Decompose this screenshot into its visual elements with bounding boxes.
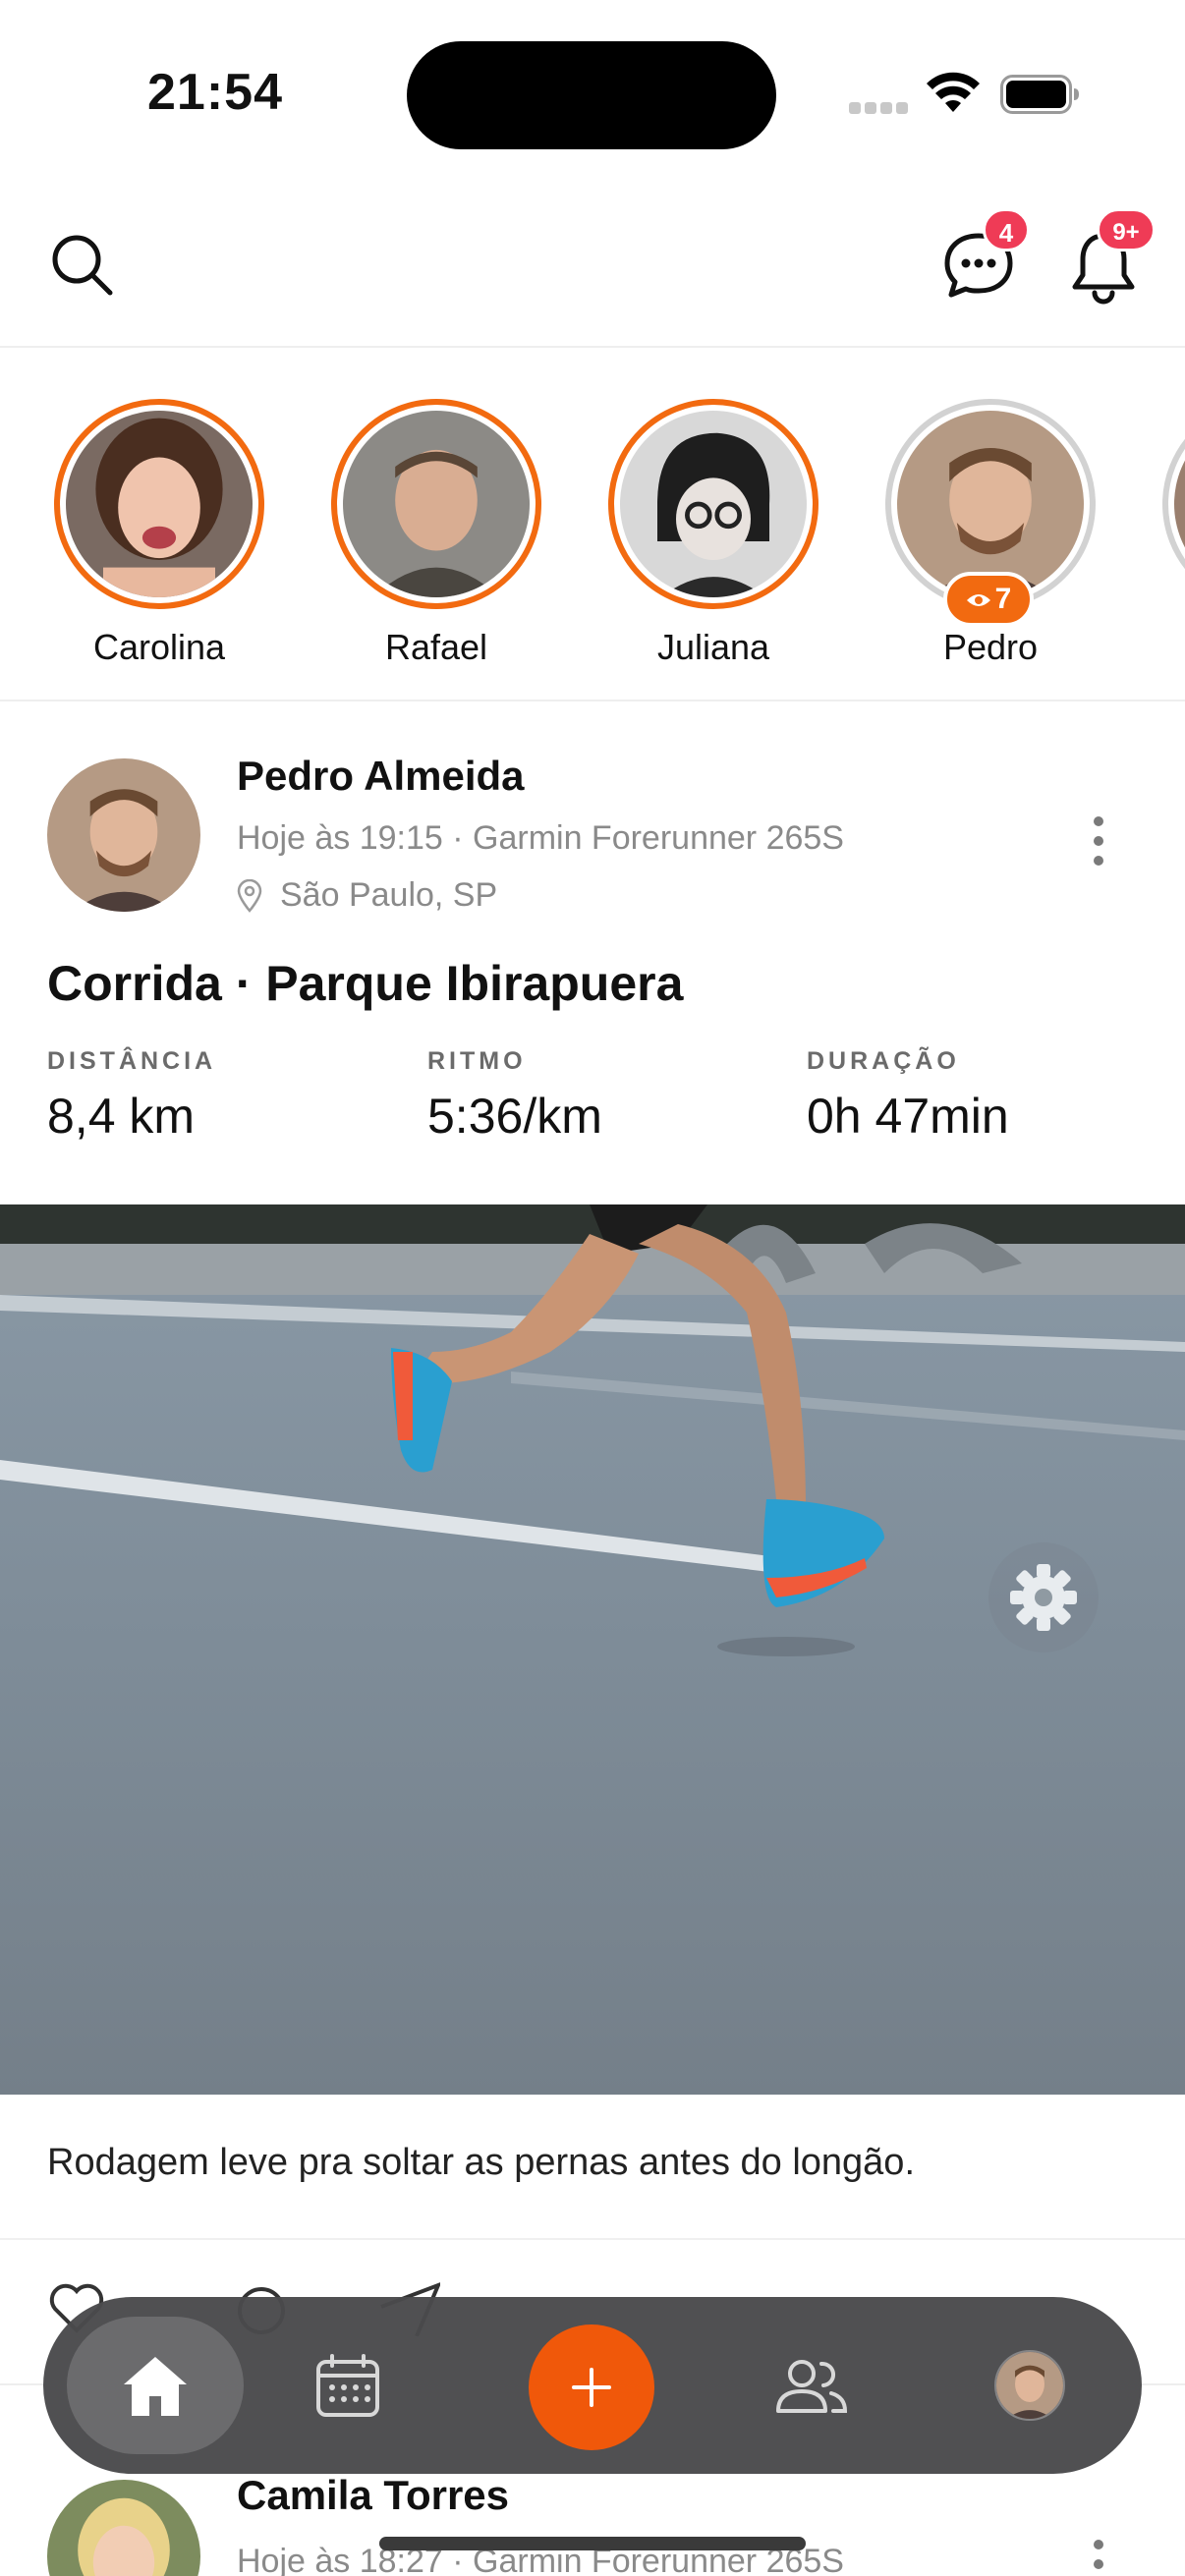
divider (0, 2238, 1185, 2240)
tab-profile[interactable] (961, 2317, 1099, 2454)
avatar (620, 411, 807, 597)
story-juliana[interactable]: Juliana (605, 399, 821, 684)
stat-label: DISTÂNCIA (47, 1047, 217, 1075)
story-ring (1162, 399, 1185, 609)
avatar (343, 411, 530, 597)
home-indicator (379, 2537, 806, 2550)
author-name[interactable]: Camila Torres (237, 2472, 509, 2519)
more-options-icon[interactable] (1081, 2535, 1116, 2576)
dynamic-island (407, 41, 776, 149)
location-pin-icon (237, 878, 262, 913)
story-name: Carolina (92, 627, 226, 667)
tab-friends[interactable] (743, 2317, 880, 2454)
stat-distance: DISTÂNCIA 8,4 km (47, 1047, 216, 1145)
author-avatar[interactable] (47, 758, 200, 912)
calendar-icon (316, 2354, 379, 2417)
author-avatar[interactable] (47, 2480, 200, 2576)
top-header: 4 9+ (0, 187, 1185, 348)
stat-value: 5:36/km (427, 1089, 602, 1144)
stat-label: DURAÇÃO (807, 1047, 960, 1075)
avatar (66, 411, 253, 605)
people-icon (776, 2360, 848, 2413)
notifications-badge: 9+ (1097, 208, 1156, 252)
messages-badge: 4 (983, 208, 1030, 252)
story-views-badge: 7 (943, 572, 1034, 627)
more-options-icon[interactable] (1081, 812, 1116, 870)
cellular-signal-icon (849, 102, 908, 114)
story-views-count: 7 (994, 583, 1012, 615)
story-pedro[interactable]: 7 Pedro (882, 399, 1099, 684)
avatar (994, 2350, 1065, 2421)
stories-row: Carolina Rafael Juliana 7 Pedro (0, 350, 1185, 701)
post-caption: Rodagem leve pra soltar as pernas antes … (47, 2142, 915, 2183)
story-name: Juliana (656, 627, 770, 667)
home-icon (124, 2357, 187, 2416)
post-location: São Paulo, SP (237, 876, 497, 915)
eye-icon (966, 594, 990, 607)
activity-title[interactable]: Corrida · Parque Ibirapuera (47, 955, 683, 1012)
stat-label: RITMO (427, 1047, 527, 1075)
story-ring (608, 399, 818, 609)
wifi-icon (927, 72, 980, 112)
plus-icon (572, 2368, 611, 2407)
story-ring (331, 399, 541, 609)
avatar (897, 411, 1084, 597)
status-time: 21:54 (147, 64, 283, 121)
story-name: Pedro (942, 627, 1039, 667)
tab-home[interactable] (67, 2317, 244, 2454)
status-bar: 21:54 (0, 0, 1185, 187)
author-name[interactable]: Pedro Almeida (237, 753, 525, 800)
story-ring (54, 399, 264, 609)
stat-value: 8,4 km (47, 1089, 196, 1144)
avatar (1174, 411, 1185, 597)
story-name: Rafael (384, 627, 488, 667)
gear-icon (1010, 1564, 1077, 1631)
post-card: Pedro Almeida Hoje às 19:15 · Garmin For… (0, 703, 1185, 1204)
tab-bar (43, 2297, 1142, 2474)
story-rafael[interactable]: Rafael (328, 399, 544, 684)
battery-icon (1000, 75, 1079, 114)
photo-settings-button[interactable] (988, 1542, 1099, 1652)
add-activity-button[interactable] (529, 2324, 654, 2450)
stat-duration: DURAÇÃO 0h 47min (807, 1047, 1009, 1145)
tab-calendar[interactable] (279, 2317, 417, 2454)
location-text: São Paulo, SP (280, 876, 498, 914)
stat-pace: RITMO 5:36/km (427, 1047, 602, 1145)
stat-value: 0h 47min (807, 1089, 1009, 1144)
post-meta: Hoje às 19:15 · Garmin Forerunner 265S (237, 819, 844, 857)
story-partial[interactable] (1159, 399, 1185, 684)
search-icon[interactable] (47, 230, 118, 301)
story-carolina[interactable]: Carolina (51, 399, 267, 684)
